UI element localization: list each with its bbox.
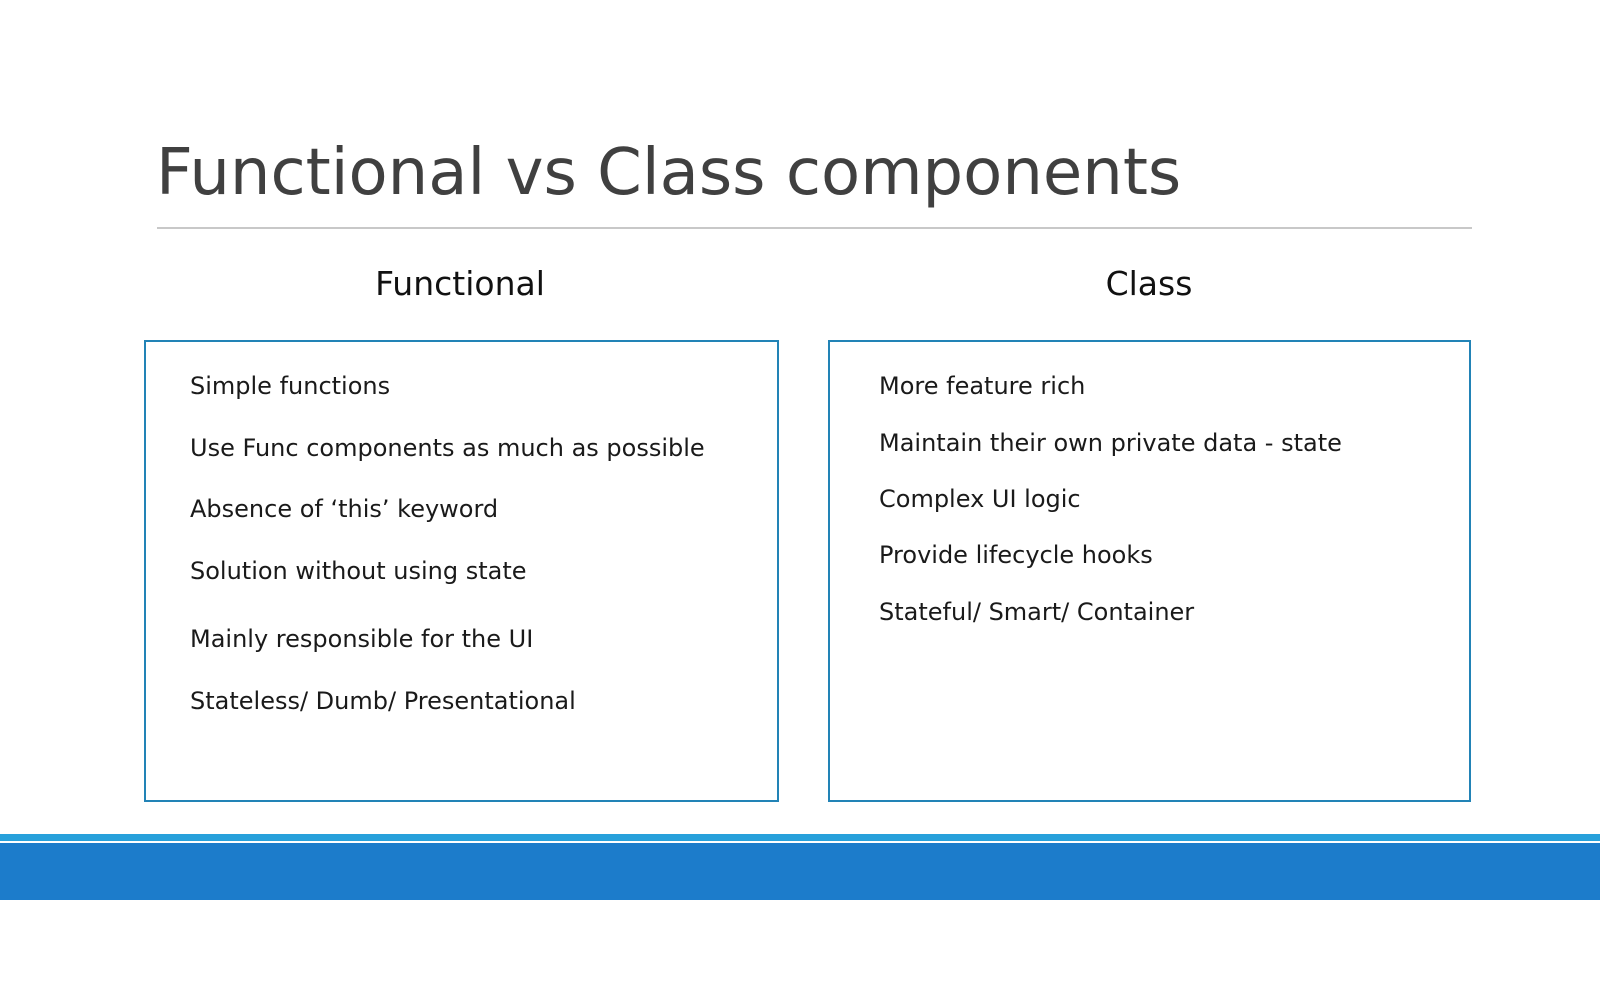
class-item-private-data: Maintain their own private data - state <box>879 429 1342 457</box>
footer-band <box>0 834 1600 900</box>
functional-item-simple-functions: Simple functions <box>190 372 391 400</box>
footer-accent-stripe <box>0 834 1600 841</box>
class-item-lifecycle-hooks: Provide lifecycle hooks <box>879 541 1153 569</box>
class-item-stateful: Stateful/ Smart/ Container <box>879 598 1195 626</box>
functional-item-absence-of-this: Absence of ‘this’ keyword <box>190 495 499 523</box>
title-divider <box>157 227 1472 229</box>
class-box: More feature rich Maintain their own pri… <box>828 340 1471 802</box>
functional-heading: Functional <box>375 264 545 303</box>
class-item-complex-ui-logic: Complex UI logic <box>879 485 1081 513</box>
functional-item-use-func-components: Use Func components as much as possible <box>190 434 705 462</box>
class-item-feature-rich: More feature rich <box>879 372 1086 400</box>
slide-title: Functional vs Class components <box>156 136 1182 210</box>
class-heading: Class <box>1105 264 1193 303</box>
functional-item-stateless: Stateless/ Dumb/ Presentational <box>190 687 576 715</box>
functional-box: Simple functions Use Func components as … <box>144 340 779 802</box>
functional-item-without-state: Solution without using state <box>190 557 527 585</box>
functional-item-responsible-for-ui: Mainly responsible for the UI <box>190 625 534 653</box>
footer-bar <box>0 843 1600 900</box>
